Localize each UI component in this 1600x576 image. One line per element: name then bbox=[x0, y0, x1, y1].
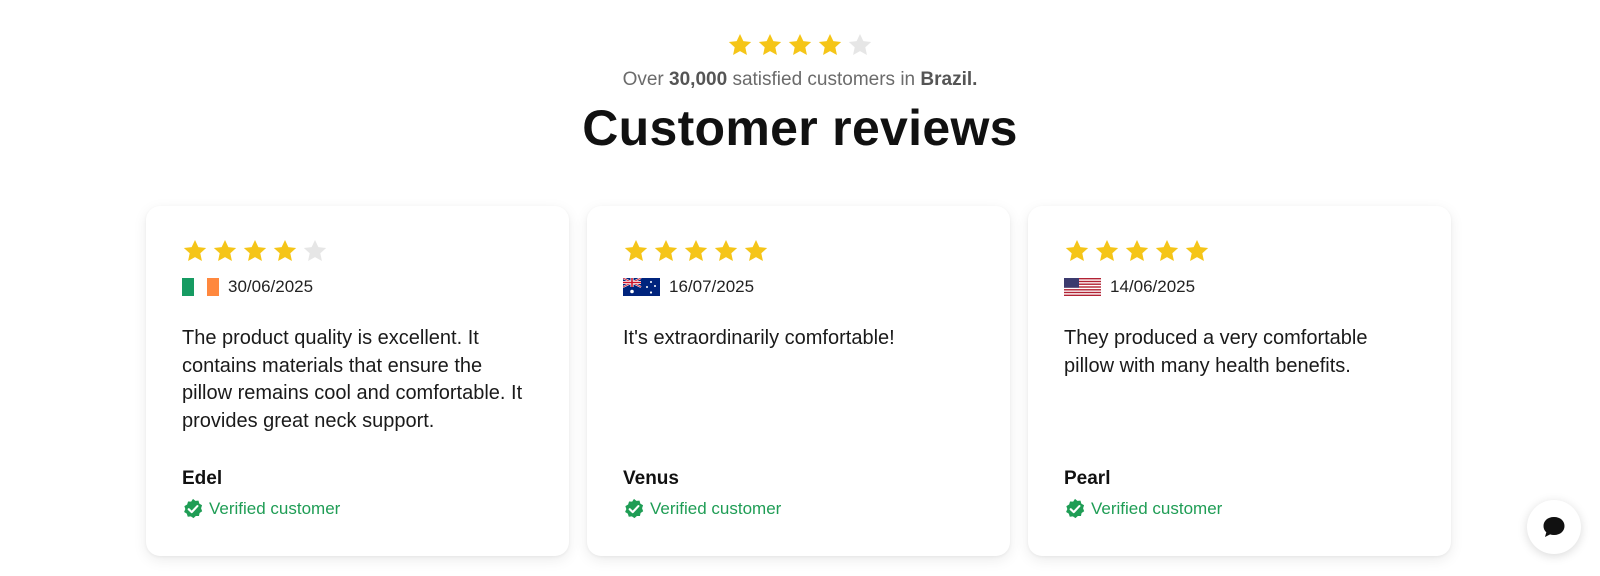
reviewer-name: Venus bbox=[623, 468, 679, 489]
star-filled-icon bbox=[1124, 238, 1150, 264]
page-title: Customer reviews bbox=[582, 100, 1018, 156]
verified-check-icon bbox=[623, 498, 645, 520]
australia-flag-icon bbox=[623, 278, 660, 296]
reviewer-name: Edel bbox=[182, 468, 223, 489]
subtitle-prefix: Over bbox=[622, 69, 664, 90]
chat-button[interactable] bbox=[1527, 500, 1581, 554]
customer-country: Brazil. bbox=[920, 69, 978, 90]
verified-label: Verified customer bbox=[1091, 499, 1223, 518]
chat-bubble-icon bbox=[1541, 514, 1567, 540]
star-filled-icon bbox=[713, 238, 739, 264]
review-text: The product quality is excellent. It con… bbox=[182, 327, 523, 432]
ireland-flag-icon bbox=[182, 278, 219, 296]
verified-badge: Verified customer bbox=[182, 498, 340, 520]
review-date: 14/06/2025 bbox=[1110, 277, 1196, 296]
verified-label: Verified customer bbox=[209, 499, 341, 518]
review-date: 30/06/2025 bbox=[228, 277, 314, 296]
review-rating bbox=[623, 238, 769, 264]
star-filled-icon bbox=[757, 32, 783, 58]
verified-check-icon bbox=[1064, 498, 1086, 520]
star-filled-icon bbox=[623, 238, 649, 264]
star-filled-icon bbox=[242, 238, 268, 264]
review-cards: 30/06/2025 The product quality is excell… bbox=[146, 206, 1451, 556]
star-empty-icon bbox=[302, 238, 328, 264]
reviewer-name: Pearl bbox=[1064, 468, 1111, 489]
star-filled-icon bbox=[1064, 238, 1090, 264]
customer-count: 30,000 bbox=[669, 69, 728, 90]
star-filled-icon bbox=[743, 238, 769, 264]
review-rating bbox=[182, 238, 328, 264]
star-filled-icon bbox=[653, 238, 679, 264]
star-filled-icon bbox=[182, 238, 208, 264]
review-card: 16/07/2025 It's extraordinarily comforta… bbox=[587, 206, 1010, 556]
review-text: They produced a very comfortable pillow … bbox=[1064, 327, 1368, 377]
review-meta: 16/07/2025 bbox=[623, 277, 974, 297]
review-card: 14/06/2025 They produced a very comforta… bbox=[1028, 206, 1451, 556]
usa-flag-icon bbox=[1064, 278, 1101, 296]
star-filled-icon bbox=[1184, 238, 1210, 264]
overall-rating bbox=[727, 32, 873, 58]
star-filled-icon bbox=[787, 32, 813, 58]
star-empty-icon bbox=[847, 32, 873, 58]
verified-check-icon bbox=[182, 498, 204, 520]
review-meta: 14/06/2025 bbox=[1064, 277, 1415, 297]
star-filled-icon bbox=[212, 238, 238, 264]
review-rating bbox=[1064, 238, 1210, 264]
star-filled-icon bbox=[683, 238, 709, 264]
review-date: 16/07/2025 bbox=[669, 277, 755, 296]
review-text: It's extraordinarily comfortable! bbox=[623, 327, 895, 349]
subtitle-middle: satisfied customers in bbox=[732, 69, 916, 90]
star-filled-icon bbox=[272, 238, 298, 264]
star-filled-icon bbox=[1094, 238, 1120, 264]
verified-badge: Verified customer bbox=[623, 498, 781, 520]
star-filled-icon bbox=[1154, 238, 1180, 264]
review-meta: 30/06/2025 bbox=[182, 277, 533, 297]
review-card: 30/06/2025 The product quality is excell… bbox=[146, 206, 569, 556]
star-filled-icon bbox=[817, 32, 843, 58]
reviews-header: Over 30,000 satisfied customers in Brazi… bbox=[0, 32, 1600, 157]
verified-badge: Verified customer bbox=[1064, 498, 1222, 520]
star-filled-icon bbox=[727, 32, 753, 58]
customer-count-subtitle: Over 30,000 satisfied customers in Brazi… bbox=[0, 69, 1600, 91]
verified-label: Verified customer bbox=[650, 499, 782, 518]
